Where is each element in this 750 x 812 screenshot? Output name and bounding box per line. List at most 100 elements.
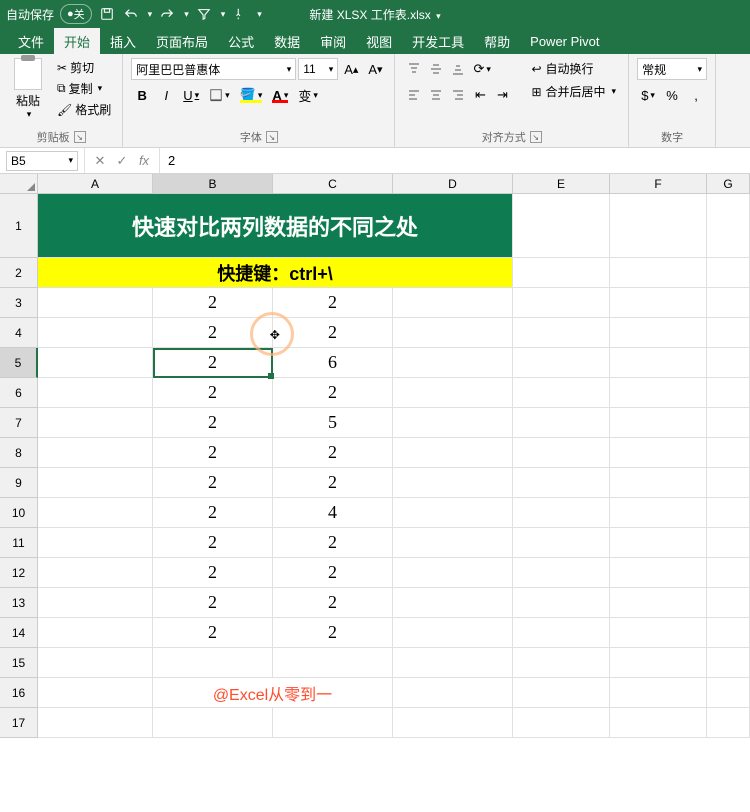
cell[interactable]: 2 [153, 438, 273, 468]
col-header-d[interactable]: D [393, 174, 513, 194]
cell[interactable]: 2 [153, 558, 273, 588]
cell[interactable]: 2 [273, 558, 393, 588]
cell[interactable] [513, 468, 610, 498]
cell[interactable] [38, 558, 153, 588]
tab-developer[interactable]: 开发工具 [402, 28, 474, 54]
cell[interactable] [707, 708, 750, 738]
confirm-formula-button[interactable]: ✓ [113, 152, 131, 170]
cell[interactable] [513, 194, 610, 258]
cell[interactable]: 2 [153, 348, 273, 378]
row-header-8[interactable]: 8 [0, 438, 38, 468]
underline-button[interactable]: U▾ [179, 84, 203, 106]
redo-dropdown[interactable]: ▾ [184, 9, 189, 20]
row-header-11[interactable]: 11 [0, 528, 38, 558]
cell[interactable]: 2 [153, 288, 273, 318]
cell[interactable]: 4 [273, 498, 393, 528]
cell[interactable] [610, 528, 707, 558]
watermark-cell[interactable]: @Excel从零到一 [153, 678, 393, 708]
clipboard-launcher[interactable]: ↘ [74, 131, 86, 143]
cell[interactable] [393, 528, 513, 558]
cell[interactable] [393, 588, 513, 618]
cell[interactable] [707, 528, 750, 558]
cell[interactable] [153, 648, 273, 678]
cell[interactable] [393, 348, 513, 378]
cell[interactable] [38, 618, 153, 648]
tab-insert[interactable]: 插入 [100, 28, 146, 54]
cell[interactable]: 2 [273, 318, 393, 348]
cell[interactable] [513, 318, 610, 348]
cell[interactable] [38, 708, 153, 738]
col-header-e[interactable]: E [513, 174, 610, 194]
cell[interactable] [393, 648, 513, 678]
touch-mode-icon[interactable] [231, 5, 249, 23]
cut-button[interactable]: ✂ 剪切 [54, 58, 114, 77]
cell[interactable] [513, 438, 610, 468]
cell[interactable] [610, 194, 707, 258]
row-header-14[interactable]: 14 [0, 618, 38, 648]
cell[interactable] [513, 528, 610, 558]
fill-color-button[interactable]: 🪣▾ [236, 84, 267, 106]
tab-review[interactable]: 审阅 [310, 28, 356, 54]
cell[interactable] [707, 408, 750, 438]
cell[interactable]: 2 [153, 378, 273, 408]
cell[interactable] [38, 588, 153, 618]
cell[interactable] [38, 318, 153, 348]
cell[interactable] [38, 288, 153, 318]
cell[interactable] [38, 408, 153, 438]
font-name-select[interactable]: 阿里巴巴普惠体▾ [131, 58, 296, 80]
undo-icon[interactable] [122, 5, 140, 23]
cell[interactable]: 2 [273, 468, 393, 498]
cell[interactable] [707, 378, 750, 408]
row-header-16[interactable]: 16 [0, 678, 38, 708]
cell[interactable]: 2 [153, 528, 273, 558]
bold-button[interactable]: B [131, 84, 153, 106]
decrease-font-button[interactable]: A▾ [364, 58, 386, 80]
cell[interactable] [610, 408, 707, 438]
align-left-button[interactable] [403, 84, 425, 106]
cell[interactable] [513, 258, 610, 288]
cell[interactable] [38, 528, 153, 558]
cell[interactable] [513, 708, 610, 738]
cell[interactable] [38, 498, 153, 528]
align-middle-button[interactable] [425, 58, 447, 80]
cell[interactable] [38, 468, 153, 498]
cell[interactable] [513, 378, 610, 408]
cell[interactable] [393, 618, 513, 648]
cell[interactable] [393, 708, 513, 738]
cell[interactable] [38, 648, 153, 678]
filter-dropdown[interactable]: ▾ [221, 9, 226, 20]
align-right-button[interactable] [447, 84, 469, 106]
name-box[interactable]: B5▾ [6, 151, 78, 171]
autosave-toggle[interactable]: ● 关 [60, 4, 92, 24]
cell[interactable] [707, 194, 750, 258]
row-header-5[interactable]: 5 [0, 348, 38, 378]
cell[interactable]: 2 [153, 318, 273, 348]
insert-function-button[interactable]: fx [135, 152, 153, 170]
qat-customize[interactable]: ▾ [257, 9, 262, 20]
title-cell[interactable]: 快速对比两列数据的不同之处 [38, 194, 513, 258]
tab-home[interactable]: 开始 [54, 28, 100, 54]
cell[interactable] [513, 558, 610, 588]
cell[interactable] [610, 288, 707, 318]
font-launcher[interactable]: ↘ [266, 131, 278, 143]
cell[interactable] [393, 468, 513, 498]
row-header-2[interactable]: 2 [0, 258, 38, 288]
formula-input[interactable]: 2 [160, 153, 750, 168]
cell[interactable] [610, 618, 707, 648]
align-bottom-button[interactable] [447, 58, 469, 80]
cell[interactable] [610, 708, 707, 738]
redo-icon[interactable] [158, 5, 176, 23]
tab-powerpivot[interactable]: Power Pivot [520, 28, 609, 54]
col-header-f[interactable]: F [610, 174, 707, 194]
cell[interactable]: 6 [273, 348, 393, 378]
cell[interactable]: 5 [273, 408, 393, 438]
cell[interactable] [513, 618, 610, 648]
tab-data[interactable]: 数据 [264, 28, 310, 54]
cell[interactable]: 2 [153, 408, 273, 438]
wrap-text-button[interactable]: ↩ 自动换行 [527, 58, 620, 79]
cell[interactable] [393, 318, 513, 348]
cell[interactable] [610, 318, 707, 348]
increase-indent-button[interactable]: ⇥ [491, 84, 513, 106]
row-header-7[interactable]: 7 [0, 408, 38, 438]
cell[interactable]: 2 [273, 618, 393, 648]
